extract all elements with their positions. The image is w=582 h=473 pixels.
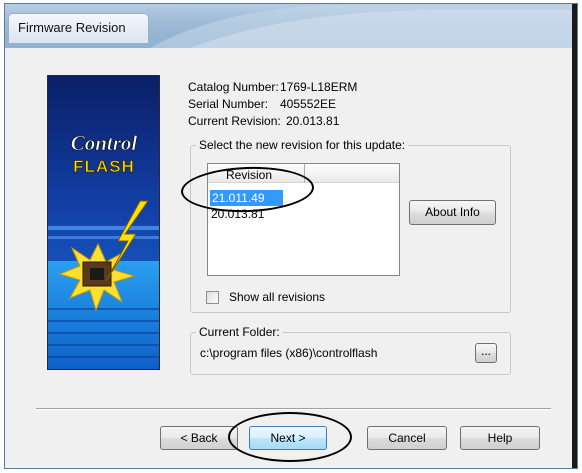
current-revision-value: 20.013.81 [286, 114, 340, 128]
window-title: Firmware Revision [18, 20, 126, 35]
revision-group-legend: Select the new revision for this update: [196, 138, 409, 152]
browse-folder-button[interactable]: ... [475, 343, 497, 363]
help-button[interactable]: Help [460, 426, 540, 450]
highlight-ellipse-next [228, 412, 352, 462]
controlflash-logo: Control FLASH [47, 75, 160, 370]
logo-text-flash: FLASH [73, 157, 135, 176]
show-all-revisions-label[interactable]: Show all revisions [229, 290, 325, 304]
current-revision-label: Current Revision: [188, 114, 281, 128]
serial-number-row: Serial Number: 405552EE [188, 97, 336, 111]
show-all-revisions-checkbox[interactable] [206, 291, 219, 304]
catalog-number-label: Catalog Number: [188, 80, 279, 94]
cancel-button[interactable]: Cancel [367, 426, 447, 450]
catalog-number-row: Catalog Number:1769-L18ERM [188, 80, 357, 94]
empty-column-header[interactable] [305, 164, 399, 183]
window-edge-shadow [572, 4, 577, 468]
back-button[interactable]: < Back [160, 426, 238, 450]
title-bar-decoration [150, 4, 577, 48]
controlflash-logo-art: Control FLASH [48, 76, 159, 369]
current-folder-path: c:\program files (x86)\controlflash [200, 346, 378, 360]
serial-number-value: 405552EE [280, 97, 337, 111]
catalog-number-value: 1769-L18ERM [280, 80, 358, 94]
current-revision-row: Current Revision: 20.013.81 [188, 114, 339, 128]
logo-text-control: Control [71, 131, 138, 155]
footer-separator [36, 408, 551, 410]
folder-group-legend: Current Folder: [196, 325, 283, 339]
about-info-button[interactable]: About Info [409, 200, 496, 225]
serial-number-label: Serial Number: [188, 97, 269, 111]
